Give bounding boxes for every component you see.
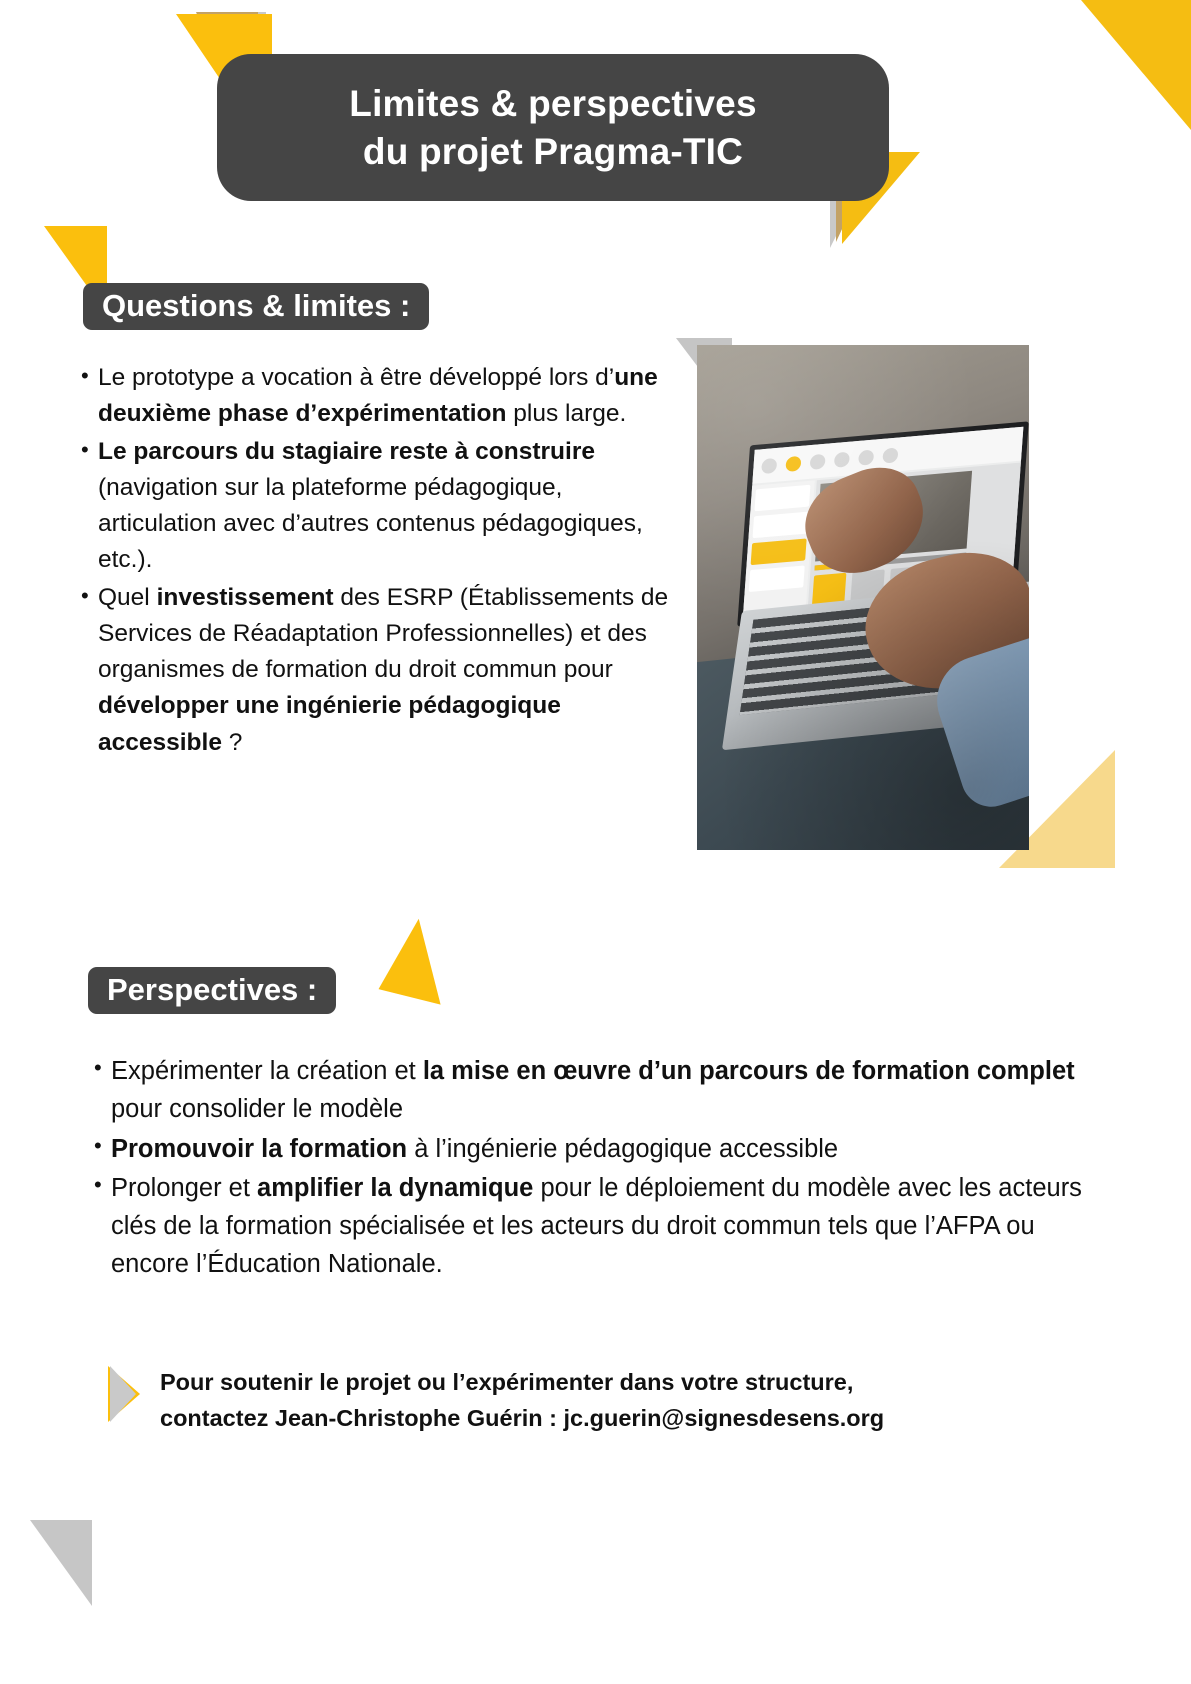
bullet-list-questions: Le prototype a vocation à être développé… bbox=[79, 360, 669, 762]
arrow-gray-contact bbox=[110, 1366, 136, 1422]
contact-line-2: contactez Jean-Christophe Guérin : jc.gu… bbox=[160, 1404, 885, 1431]
bullet-item: Expérimenter la création et la mise en œ… bbox=[92, 1052, 1092, 1129]
bullet-text-emphasis: Le parcours du stagiaire reste à constru… bbox=[98, 437, 595, 465]
bullet-text: Quel bbox=[98, 583, 157, 611]
bullet-text: Prolonger et bbox=[111, 1173, 258, 1202]
contact-block: Pour soutenir le projet ou l’expérimente… bbox=[160, 1365, 1030, 1436]
page-title: Limites & perspectives du projet Pragma-… bbox=[217, 54, 889, 201]
bullet-text-emphasis: amplifier la dynamique bbox=[257, 1173, 534, 1202]
bullet-text: pour consolider le modèle bbox=[111, 1095, 404, 1124]
bullet-text: Le prototype a vocation à être développé… bbox=[98, 364, 615, 391]
page-title-line-1: Limites & perspectives bbox=[349, 83, 757, 125]
bullet-text: plus large. bbox=[506, 400, 627, 428]
bullet-text-emphasis: Promouvoir la formation bbox=[111, 1134, 408, 1163]
bullet-item: Quel investissement des ESRP (Établissem… bbox=[79, 580, 669, 761]
bullet-text-emphasis: la mise en œuvre d’un parcours de format… bbox=[422, 1057, 1075, 1085]
bullet-text-emphasis: investissement bbox=[156, 583, 334, 611]
section-label-perspectives: Perspectives : bbox=[88, 967, 337, 1014]
bullet-list-perspectives: Expérimenter la création et la mise en œ… bbox=[92, 1052, 1092, 1285]
contact-line-1: Pour soutenir le projet ou l’expérimente… bbox=[160, 1369, 854, 1395]
section-label-perspectives-text: Perspectives : bbox=[107, 971, 318, 1007]
section-label-questions: Questions & limites : bbox=[83, 283, 430, 330]
triangle-yellow-top-right bbox=[1081, 0, 1191, 130]
photo-shading bbox=[697, 345, 1029, 850]
bullet-text-emphasis: développer une ingénierie pédagogique ac… bbox=[98, 692, 561, 756]
triangle-gray-bottom-left bbox=[30, 1520, 92, 1606]
bullet-item: Prolonger et amplifier la dynamique pour… bbox=[92, 1169, 1092, 1284]
poster-page: Limites & perspectives du projet Pragma-… bbox=[0, 0, 1191, 1684]
bullet-item: Promouvoir la formation à l’ingénierie p… bbox=[92, 1130, 1092, 1168]
laptop-photo bbox=[697, 345, 1029, 850]
bullet-text: (navigation sur la plateforme pédagogiqu… bbox=[98, 473, 643, 574]
bullet-item: Le parcours du stagiaire reste à constru… bbox=[79, 434, 669, 579]
bullet-text: à l’ingénierie pédagogique accessible bbox=[407, 1134, 839, 1163]
triangle-yellow-perspectives bbox=[378, 913, 460, 1005]
section-label-questions-text: Questions & limites : bbox=[102, 287, 411, 323]
bullet-item: Le prototype a vocation à être développé… bbox=[79, 360, 669, 433]
page-title-line-2: du projet Pragma-TIC bbox=[362, 130, 744, 172]
bullet-text: ? bbox=[221, 728, 243, 756]
bullet-text: Expérimenter la création et bbox=[111, 1057, 423, 1085]
